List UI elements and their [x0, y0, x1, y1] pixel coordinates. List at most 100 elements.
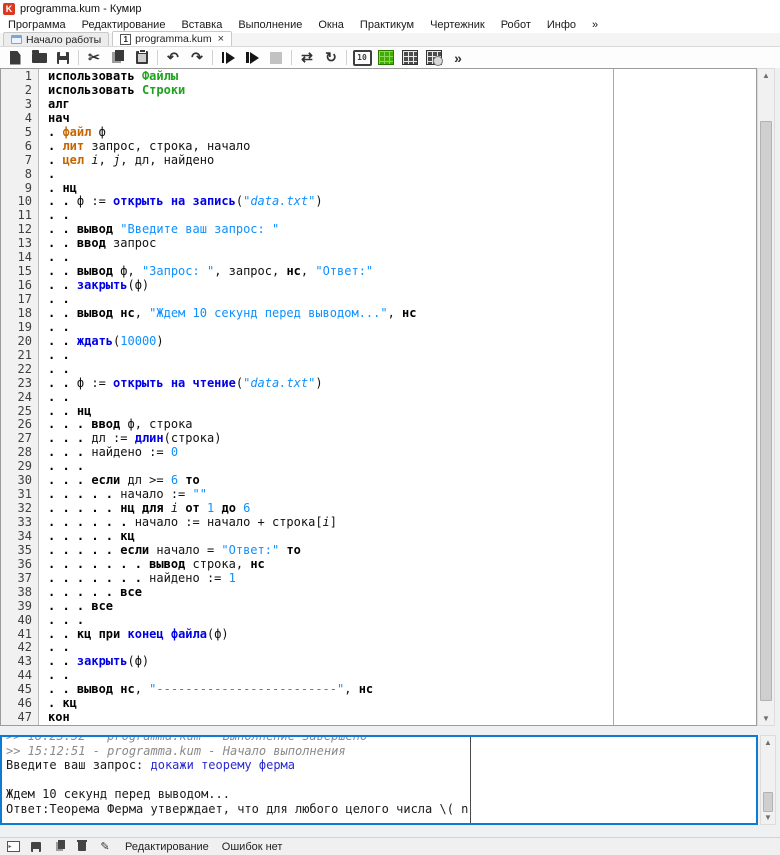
code-line[interactable]: 15. . вывод ф, "Запрос: ", запрос, нс, "…: [1, 265, 736, 279]
code-line[interactable]: 27. . . дл := длин(строка): [1, 432, 736, 446]
menu-item-практикум[interactable]: Практикум: [352, 18, 422, 32]
undo-button[interactable]: ↶: [161, 48, 185, 68]
code-line[interactable]: 5. файл ф: [1, 126, 736, 140]
code-line[interactable]: 1использовать Файлы: [1, 70, 736, 84]
menu-item-вставка[interactable]: Вставка: [173, 18, 230, 32]
code-line[interactable]: 40. . .: [1, 614, 736, 628]
toolbar-overflow-button[interactable]: »: [446, 48, 470, 68]
save-console-icon[interactable]: [29, 840, 43, 853]
code-line[interactable]: 47кон: [1, 711, 736, 725]
menu-item-редактирование[interactable]: Редактирование: [74, 18, 174, 32]
scroll-up-icon[interactable]: ▲: [758, 69, 774, 82]
code-line[interactable]: 33. . . . . . начало := начало + строка[…: [1, 516, 736, 530]
code-line[interactable]: 12. . вывод "Введите ваш запрос: ": [1, 223, 736, 237]
code-line[interactable]: 42. .: [1, 641, 736, 655]
code-line[interactable]: 20. . ждать(10000): [1, 335, 736, 349]
paste-button[interactable]: [130, 48, 154, 68]
code-line[interactable]: 31. . . . . начало := "": [1, 488, 736, 502]
code-line[interactable]: 34. . . . . кц: [1, 530, 736, 544]
code-line[interactable]: 4нач: [1, 112, 736, 126]
console-line: >> 18:23:52 - programma.kum - Выполнение…: [6, 735, 744, 744]
code-line[interactable]: 29. . .: [1, 460, 736, 474]
code-line[interactable]: 6. лит запрос, строка, начало: [1, 140, 736, 154]
menu-item-робот[interactable]: Робот: [493, 18, 539, 32]
code-line[interactable]: 43. . закрыть(ф): [1, 655, 736, 669]
code-line[interactable]: 21. .: [1, 349, 736, 363]
copy-console-icon[interactable]: [52, 840, 66, 853]
code-line[interactable]: 9. нц: [1, 182, 736, 196]
code-line[interactable]: 28. . . найдено := 0: [1, 446, 736, 460]
editor-scrollbar[interactable]: ▲ ▼: [757, 68, 775, 726]
console-panel-icon[interactable]: ▸: [6, 840, 20, 853]
line-number: 16: [1, 279, 38, 293]
code-line[interactable]: 46. кц: [1, 697, 736, 711]
menu-item-программа[interactable]: Программа: [0, 18, 74, 32]
menu-item-чертежник[interactable]: Чертежник: [422, 18, 493, 32]
editor-scrollbar-thumb[interactable]: [760, 121, 772, 701]
show-values-button[interactable]: 10: [350, 48, 374, 68]
code-line[interactable]: 37. . . . . . . найдено := 1: [1, 572, 736, 586]
copy-button[interactable]: [106, 48, 130, 68]
menu-item-выполнение[interactable]: Выполнение: [230, 18, 310, 32]
code-line[interactable]: 39. . . все: [1, 600, 736, 614]
line-number: 43: [1, 655, 38, 669]
code-line[interactable]: 11. .: [1, 209, 736, 223]
step-over-button[interactable]: ⇄: [295, 48, 319, 68]
menu-item-окна[interactable]: Окна: [310, 18, 352, 32]
code-line[interactable]: 3алг: [1, 98, 736, 112]
code-line[interactable]: 26. . . ввод ф, строка: [1, 418, 736, 432]
field-window-button[interactable]: [398, 48, 422, 68]
code-line[interactable]: 44. .: [1, 669, 736, 683]
cut-button[interactable]: ✂: [82, 48, 106, 68]
new-file-button[interactable]: [3, 48, 27, 68]
code-line[interactable]: 35. . . . . если начало = "Ответ:" то: [1, 544, 736, 558]
code-line[interactable]: 23. . ф := открыть на чтение("data.txt"): [1, 377, 736, 391]
code-line[interactable]: 25. . нц: [1, 405, 736, 419]
code-line[interactable]: 14. .: [1, 251, 736, 265]
scroll-down-icon[interactable]: ▼: [758, 712, 774, 725]
console-output[interactable]: >> 18:23:52 - programma.kum - Выполнение…: [6, 735, 744, 817]
open-file-button[interactable]: [27, 48, 51, 68]
code-line[interactable]: 7. цел i, j, дл, найдено: [1, 154, 736, 168]
code-line[interactable]: 16. . закрыть(ф): [1, 279, 736, 293]
clear-console-icon[interactable]: [75, 840, 89, 853]
code-line[interactable]: 36. . . . . . . вывод строка, нс: [1, 558, 736, 572]
console-scroll-up-icon[interactable]: ▲: [761, 736, 775, 749]
tab-start-page[interactable]: Начало работы: [3, 32, 109, 46]
menu-item-инфо[interactable]: Инфо: [539, 18, 584, 32]
line-number: 9: [1, 182, 38, 196]
console-scrollbar-thumb[interactable]: [763, 792, 773, 812]
console-scroll-down-icon[interactable]: ▼: [761, 811, 775, 824]
code-line[interactable]: 41. . кц при конец файла(ф): [1, 628, 736, 642]
code-line[interactable]: 30. . . если дл >= 6 то: [1, 474, 736, 488]
step-out-button[interactable]: ↻: [319, 48, 343, 68]
code-line[interactable]: 22. .: [1, 363, 736, 377]
code-line[interactable]: 32. . . . . нц для i от 1 до 6: [1, 502, 736, 516]
console-scrollbar[interactable]: ▲ ▼: [760, 735, 776, 825]
code-line[interactable]: 17. .: [1, 293, 736, 307]
code-text: . . закрыть(ф): [38, 279, 149, 293]
code-editor[interactable]: 1использовать Файлы2использовать Строки3…: [0, 68, 757, 726]
run-step-button[interactable]: [240, 48, 264, 68]
save-button[interactable]: [51, 48, 75, 68]
code-line[interactable]: 45. . вывод нс, "-----------------------…: [1, 683, 736, 697]
code-text: алг: [38, 98, 70, 112]
tab-document[interactable]: 1 programma.kum ×: [112, 31, 232, 46]
io-console[interactable]: >> 18:23:52 - programma.kum - Выполнение…: [0, 735, 758, 825]
code-line[interactable]: 10. . ф := открыть на запись("data.txt"): [1, 195, 736, 209]
code-line[interactable]: 8.: [1, 168, 736, 182]
tab-close-icon[interactable]: ×: [218, 34, 224, 44]
code-line[interactable]: 13. . ввод запрос: [1, 237, 736, 251]
code-line[interactable]: 24. .: [1, 391, 736, 405]
field-settings-button[interactable]: [422, 48, 446, 68]
code-line[interactable]: 38. . . . . все: [1, 586, 736, 600]
menu-item-[interactable]: »: [584, 18, 606, 32]
code-line[interactable]: 19. .: [1, 321, 736, 335]
code-line[interactable]: 2использовать Строки: [1, 84, 736, 98]
stop-button[interactable]: [264, 48, 288, 68]
code-line[interactable]: 18. . вывод нс, "Ждем 10 секунд перед вы…: [1, 307, 736, 321]
robot-window-button[interactable]: [374, 48, 398, 68]
redo-button[interactable]: ↷: [185, 48, 209, 68]
code-text: . .: [38, 209, 70, 223]
run-button[interactable]: [216, 48, 240, 68]
